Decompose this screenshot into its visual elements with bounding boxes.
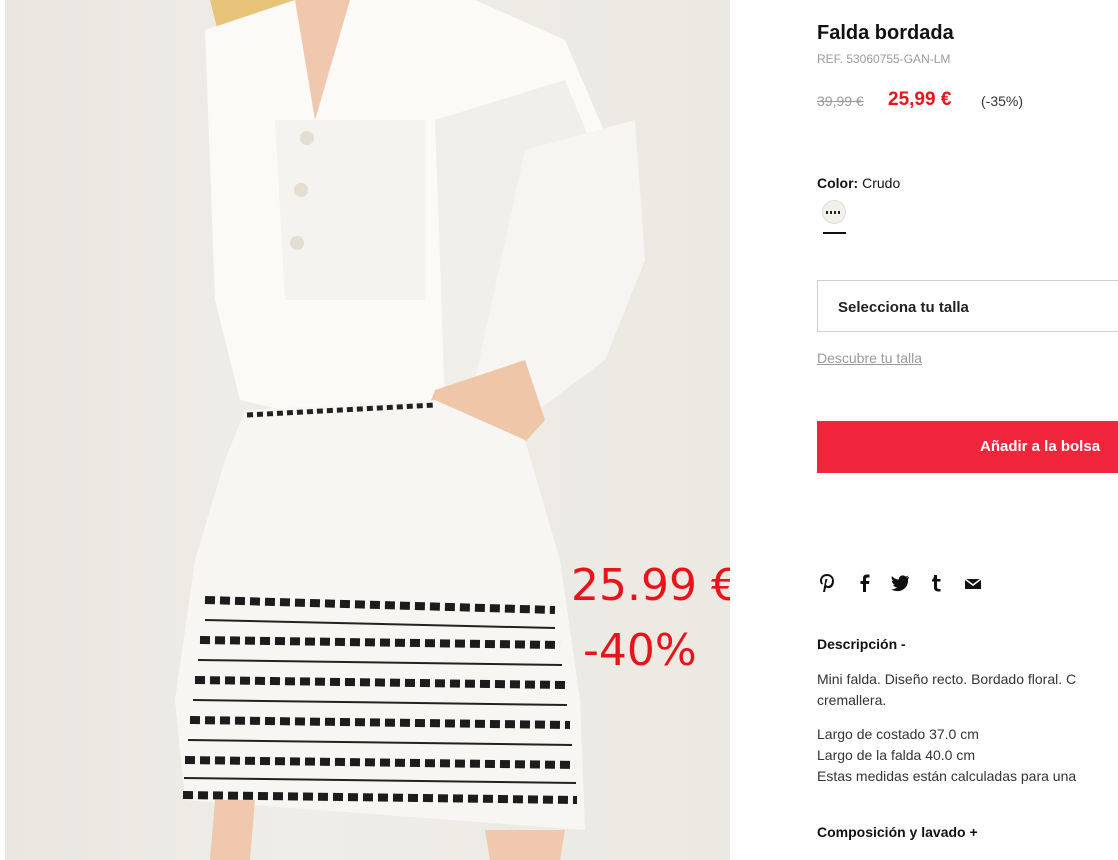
description-text: Mini falda. Diseño recto. Bordado floral… <box>817 669 1118 711</box>
model-illustration <box>175 0 645 860</box>
color-value: Crudo <box>862 175 901 191</box>
product-title: Falda bordada <box>817 22 954 44</box>
color-label: Color: <box>817 175 859 191</box>
measurement-line: Estas medidas están calculadas para una <box>817 768 1077 784</box>
email-icon[interactable] <box>963 572 983 594</box>
add-to-bag-label: Añadir a la bolsa <box>980 438 1101 455</box>
selected-swatch-indicator <box>823 232 846 234</box>
discount-percent: (-35%) <box>981 93 1024 109</box>
product-image[interactable]: 25.99 € -40% <box>5 0 730 860</box>
measurements: Largo de costado 37.0 cm Largo de la fal… <box>817 724 1076 787</box>
color-label-row: Color: Crudo <box>817 175 900 191</box>
pinterest-icon[interactable] <box>817 572 837 594</box>
measurement-line: Largo de la falda 40.0 cm <box>817 747 975 763</box>
size-guide-link[interactable]: Descubre tu talla <box>817 350 922 366</box>
product-reference: REF. 53060755-GAN-LM <box>817 52 951 66</box>
size-select-placeholder: Selecciona tu talla <box>838 299 969 316</box>
overlay-discount: -40% <box>583 625 697 676</box>
original-price: 39,99 € <box>817 93 864 109</box>
sale-price: 25,99 € <box>888 89 952 110</box>
color-swatch-crudo[interactable] <box>822 200 846 224</box>
size-select[interactable]: Selecciona tu talla <box>817 280 1118 332</box>
tumblr-icon[interactable] <box>927 572 947 594</box>
description-heading[interactable]: Descripción - <box>817 636 906 652</box>
twitter-icon[interactable] <box>890 572 910 594</box>
description-line: Mini falda. Diseño recto. Bordado floral… <box>817 671 1077 687</box>
composition-heading[interactable]: Composición y lavado + <box>817 824 978 840</box>
product-details-panel: Falda bordada REF. 53060755-GAN-LM 39,99… <box>817 0 1118 860</box>
add-to-bag-button[interactable]: Añadir a la bolsa <box>817 421 1118 473</box>
measurement-line: Largo de costado 37.0 cm <box>817 726 979 742</box>
overlay-price: 25.99 € <box>571 560 730 611</box>
facebook-icon[interactable] <box>855 572 875 594</box>
description-line: cremallera. <box>817 692 887 708</box>
